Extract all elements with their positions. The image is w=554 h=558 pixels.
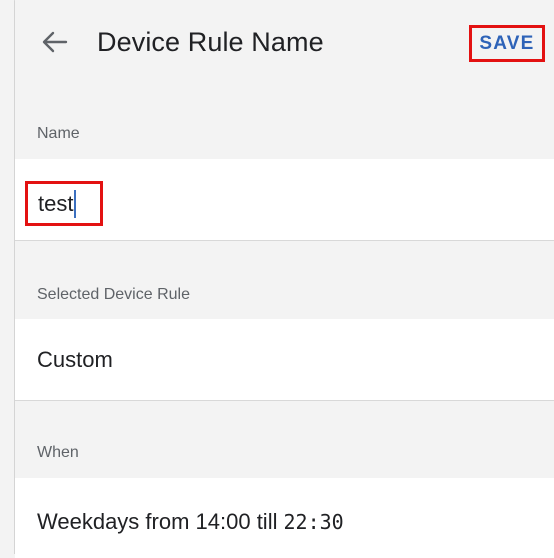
- text-caret: [74, 189, 77, 218]
- toolbar: Device Rule Name SAVE: [15, 0, 554, 84]
- name-row: test: [15, 159, 554, 241]
- device-rule-value: Custom: [37, 347, 113, 372]
- page-title: Device Rule Name: [97, 27, 324, 57]
- when-end-time: 22:30: [283, 510, 344, 534]
- back-button[interactable]: [37, 24, 73, 60]
- name-section-label: Name: [37, 125, 80, 142]
- when-value: Weekdays from 14:00 till 22:30: [37, 508, 344, 536]
- device-rule-section-label: Selected Device Rule: [37, 286, 190, 303]
- name-input-value: test: [38, 190, 74, 216]
- save-button[interactable]: SAVE: [469, 25, 545, 62]
- when-row[interactable]: Weekdays from 14:00 till 22:30: [15, 478, 554, 558]
- when-section-label: When: [37, 444, 79, 461]
- device-rule-row[interactable]: Custom: [15, 319, 554, 401]
- arrow-left-icon: [42, 31, 68, 53]
- name-input[interactable]: test: [25, 181, 103, 226]
- when-schedule-text: Weekdays from 14:00 till: [37, 509, 278, 534]
